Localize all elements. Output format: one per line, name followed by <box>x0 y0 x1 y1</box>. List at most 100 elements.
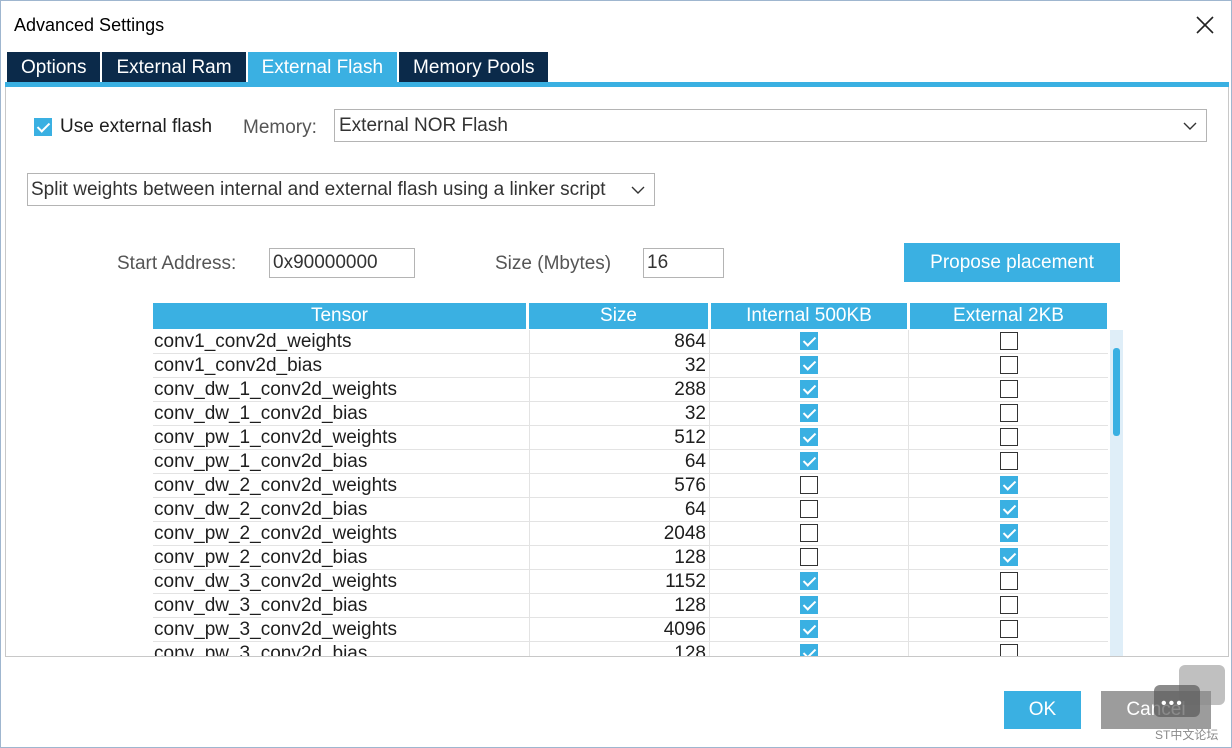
internal-cell <box>709 402 908 426</box>
external-cell <box>908 618 1108 642</box>
internal-checkbox[interactable] <box>800 523 818 542</box>
internal-cell <box>709 498 908 522</box>
tensor-size-cell: 32 <box>529 402 708 426</box>
external-checkbox[interactable] <box>999 475 1018 494</box>
tensor-name-cell: conv1_conv2d_bias <box>154 355 322 376</box>
header-size[interactable]: Size <box>529 303 708 329</box>
title-bar: Advanced Settings <box>1 1 1231 49</box>
table-row: conv_pw_3_conv2d_bias 128 <box>153 642 1108 656</box>
external-cell <box>908 378 1108 402</box>
size-label: Size (Mbytes) <box>495 253 612 274</box>
tensor-name-cell: conv_pw_2_conv2d_weights <box>154 523 397 544</box>
table-row: conv_dw_3_conv2d_bias 128 <box>153 594 1108 618</box>
internal-checkbox[interactable] <box>800 379 818 398</box>
external-checkbox[interactable] <box>999 595 1018 614</box>
tensor-size-cell: 288 <box>529 378 708 402</box>
memory-label: Memory: <box>243 117 317 138</box>
external-checkbox[interactable] <box>999 331 1018 350</box>
tensor-size-cell: 2048 <box>529 522 708 546</box>
external-checkbox[interactable] <box>999 379 1018 398</box>
internal-checkbox[interactable] <box>800 355 818 374</box>
external-checkbox[interactable] <box>999 451 1018 470</box>
internal-checkbox[interactable] <box>800 571 818 590</box>
external-flash-panel: Use external flash Memory: External NOR … <box>5 87 1229 657</box>
external-cell <box>908 426 1108 450</box>
propose-placement-button[interactable]: Propose placement <box>904 243 1120 282</box>
external-cell <box>908 642 1108 656</box>
internal-checkbox[interactable] <box>800 499 818 518</box>
internal-cell <box>709 522 908 546</box>
tab-options[interactable]: Options <box>7 52 101 83</box>
tensor-size-cell: 64 <box>529 498 708 522</box>
tensor-size-cell: 1152 <box>529 570 708 594</box>
external-checkbox[interactable] <box>999 355 1018 374</box>
table-row: conv_dw_1_conv2d_weights 288 <box>153 378 1108 402</box>
split-mode-select[interactable]: Split weights between internal and exter… <box>27 173 655 206</box>
internal-checkbox[interactable] <box>800 643 818 656</box>
table-row: conv_dw_2_conv2d_bias 64 <box>153 498 1108 522</box>
tensor-size-cell: 128 <box>529 594 708 618</box>
close-icon <box>1196 16 1214 34</box>
header-external[interactable]: External 2KB <box>910 303 1107 329</box>
table-row: conv1_conv2d_weights 864 <box>153 330 1108 354</box>
table-row: conv_pw_2_conv2d_bias 128 <box>153 546 1108 570</box>
table-header: Tensor Size Internal 500KB External 2KB <box>153 303 1110 329</box>
advanced-settings-dialog: Advanced Settings Options External Ram E… <box>0 0 1232 748</box>
tensor-name-cell: conv_dw_3_conv2d_bias <box>154 595 368 616</box>
external-checkbox[interactable] <box>999 427 1018 446</box>
tab-bar: Options External Ram External Flash Memo… <box>7 52 550 83</box>
header-tensor[interactable]: Tensor <box>153 303 526 329</box>
table-body: conv1_conv2d_weights 864 conv1_conv2d_bias… <box>153 330 1108 656</box>
use-external-flash-toggle[interactable]: Use external flash <box>34 116 212 138</box>
forum-watermark: ••• ST中文论坛 <box>1151 665 1231 747</box>
external-checkbox[interactable] <box>999 619 1018 638</box>
ok-button[interactable]: OK <box>1004 691 1081 729</box>
table-row: conv_pw_3_conv2d_weights 4096 <box>153 618 1108 642</box>
tensor-size-cell: 32 <box>529 354 708 378</box>
scrollbar-thumb[interactable] <box>1113 348 1120 436</box>
chevron-down-icon <box>1183 122 1197 130</box>
tensor-size-cell: 576 <box>529 474 708 498</box>
memory-select[interactable]: External NOR Flash <box>334 109 1207 142</box>
tensor-name-cell: conv_pw_1_conv2d_weights <box>154 427 397 448</box>
internal-cell <box>709 642 908 656</box>
external-checkbox[interactable] <box>999 499 1018 518</box>
internal-checkbox[interactable] <box>800 475 818 494</box>
tensor-name-cell: conv_pw_1_conv2d_bias <box>154 451 368 472</box>
internal-checkbox[interactable] <box>800 427 818 446</box>
tab-external-flash[interactable]: External Flash <box>247 52 398 83</box>
close-button[interactable] <box>1193 13 1217 37</box>
internal-checkbox[interactable] <box>800 331 818 350</box>
tab-external-ram[interactable]: External Ram <box>102 52 246 83</box>
table-row: conv_dw_2_conv2d_weights 576 <box>153 474 1108 498</box>
tensor-name-cell: conv_pw_2_conv2d_bias <box>154 547 368 568</box>
tensor-name-cell: conv_dw_2_conv2d_bias <box>154 499 368 520</box>
internal-cell <box>709 426 908 450</box>
tensor-name-cell: conv_dw_2_conv2d_weights <box>154 475 397 496</box>
external-checkbox[interactable] <box>999 403 1018 422</box>
tensor-size-cell: 512 <box>529 426 708 450</box>
tensor-size-cell: 128 <box>529 546 708 570</box>
tensor-size-cell: 4096 <box>529 618 708 642</box>
external-checkbox[interactable] <box>999 643 1018 656</box>
internal-checkbox[interactable] <box>800 451 818 470</box>
external-checkbox[interactable] <box>999 547 1018 566</box>
header-internal[interactable]: Internal 500KB <box>711 303 907 329</box>
size-input[interactable]: 16 <box>643 248 724 278</box>
internal-checkbox[interactable] <box>800 547 818 566</box>
tensor-name-cell: conv_dw_1_conv2d_weights <box>154 379 397 400</box>
external-checkbox[interactable] <box>999 523 1018 542</box>
external-cell <box>908 570 1108 594</box>
external-checkbox[interactable] <box>999 571 1018 590</box>
tab-memory-pools[interactable]: Memory Pools <box>399 52 549 83</box>
internal-checkbox[interactable] <box>800 619 818 638</box>
vertical-scrollbar[interactable] <box>1110 330 1123 656</box>
internal-cell <box>709 570 908 594</box>
external-cell <box>908 450 1108 474</box>
start-address-input[interactable]: 0x90000000 <box>269 248 415 278</box>
tensor-name-cell: conv_dw_3_conv2d_weights <box>154 571 397 592</box>
memory-select-value: External NOR Flash <box>339 115 508 136</box>
internal-checkbox[interactable] <box>800 403 818 422</box>
internal-checkbox[interactable] <box>800 595 818 614</box>
use-external-flash-checkbox[interactable] <box>34 118 52 136</box>
